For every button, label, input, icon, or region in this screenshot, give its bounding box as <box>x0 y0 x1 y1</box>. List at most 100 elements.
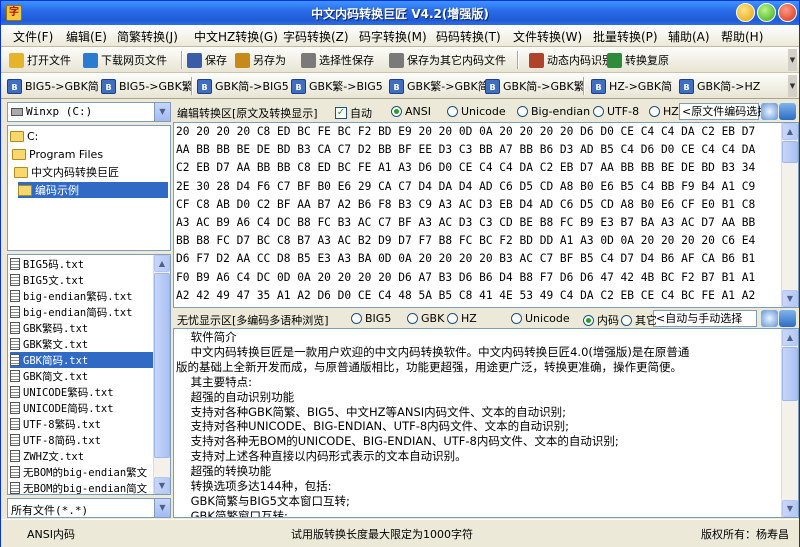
toolbar-button[interactable]: 保存 <box>187 51 227 69</box>
convert-icon: B <box>485 78 500 94</box>
toolbar-button[interactable]: 动态内码识别 <box>529 51 613 69</box>
view-tool-icon[interactable] <box>779 310 796 327</box>
scroll-thumb[interactable] <box>782 141 798 163</box>
undo-icon <box>607 52 622 68</box>
view-option-radio[interactable]: BIG5 <box>351 312 391 325</box>
convert-icon: B <box>591 78 606 94</box>
tree-item[interactable]: 编码示例 <box>18 182 168 198</box>
toolbar-button[interactable]: 下载网页文件 <box>83 51 167 69</box>
convert-button[interactable]: B GBK繁->BIG5 <box>291 77 383 95</box>
file-list-item[interactable]: big-endian繁码.txt <box>10 288 153 304</box>
convert-button[interactable]: B BIG5->GBK简 <box>7 77 99 95</box>
file-list-item[interactable]: ZWHZ文.txt <box>10 448 153 464</box>
scroll-thumb[interactable] <box>782 347 798 401</box>
convert-button[interactable]: B GBK简->HZ <box>679 77 760 95</box>
convert-button[interactable]: B BIG5->GBK繁 <box>101 77 193 95</box>
tree-item[interactable]: Program Files <box>12 146 103 162</box>
menu-item[interactable]: 简繁转换(J) <box>117 28 178 45</box>
menu-item[interactable]: 码码转换(T) <box>436 28 501 45</box>
encoding-radio[interactable]: UTF-8 <box>593 105 639 118</box>
chevron-down-icon[interactable]: ▼ <box>154 499 170 517</box>
text-viewer[interactable]: ▲ ▼ 软件简介 中文内码转换巨匠是一款用户欢迎的中文内码转换软件。中文内码转换… <box>173 328 799 518</box>
radio-icon <box>593 106 604 117</box>
folder-icon <box>18 184 32 196</box>
menu-item[interactable]: 中文HZ转换(G) <box>194 28 278 45</box>
text-line: GBK简繁与BIG5文本窗口互转; <box>176 493 350 508</box>
refresh-icon[interactable] <box>761 103 778 120</box>
convert-button[interactable]: B GBK简->BIG5 <box>197 77 289 95</box>
text-scrollbar[interactable]: ▲ ▼ <box>781 329 798 517</box>
toolbar-button[interactable]: 选择性保存 <box>301 51 374 69</box>
menu-item[interactable]: 字码转换(Z) <box>283 28 349 45</box>
menu-item[interactable]: 编辑(E) <box>66 28 107 45</box>
drive-select[interactable]: Winxp (C:) ▼ <box>7 102 171 122</box>
view-option-radio[interactable]: GBK <box>407 312 444 325</box>
hex-editor[interactable]: ▲ ▼ 20 20 20 20 C8 ED BC FE BC F2 BD E9 … <box>173 122 799 308</box>
file-list-item[interactable]: UTF-8繁码.txt <box>10 416 153 432</box>
document-icon <box>301 52 316 68</box>
toolbar-button[interactable]: 保存为其它内码文件 <box>389 51 506 69</box>
file-list-item[interactable]: 无BOM的big-endian简文 <box>10 480 153 495</box>
tree-item[interactable]: C: <box>10 128 38 144</box>
view-mode-select[interactable]: <自动与手动选择 <box>653 310 757 327</box>
refresh-icon[interactable] <box>761 310 778 327</box>
toolbar-button[interactable]: 转换复原 <box>607 51 669 69</box>
scroll-up-icon[interactable]: ▲ <box>782 329 798 346</box>
file-list-item[interactable]: UTF-8简码.txt <box>10 432 153 448</box>
view-option-radio[interactable]: HZ <box>447 312 477 325</box>
convert-button[interactable]: B GBK简->GBK繁 <box>485 77 585 95</box>
scroll-thumb[interactable] <box>154 273 170 458</box>
menu-item[interactable]: 辅助(A) <box>668 28 710 45</box>
file-list-item[interactable]: BIG5文.txt <box>10 272 153 288</box>
file-list-item[interactable]: GBK繁文.txt <box>10 336 153 352</box>
scroll-down-icon[interactable]: ▼ <box>782 500 798 517</box>
view-option-radio[interactable]: 内码 <box>583 312 619 328</box>
source-encoding-select[interactable]: <原文件编码选择 <box>679 103 768 120</box>
title-bar: 字 中文内码转换巨匠 V4.2(增强版) <box>1 1 799 25</box>
convert-icon: B <box>679 78 694 94</box>
text-file-icon <box>10 370 20 382</box>
menu-item[interactable]: 文件(F) <box>13 28 53 45</box>
toolbar-button[interactable]: 另存为 <box>235 51 286 69</box>
scroll-down-icon[interactable]: ▼ <box>154 477 170 494</box>
tree-item[interactable]: 中文内码转换巨匠 <box>14 164 119 180</box>
file-list-item[interactable]: BIG5码.txt <box>10 256 153 272</box>
file-list-item[interactable]: big-endian简码.txt <box>10 304 153 320</box>
encoding-radio[interactable]: ANSI <box>391 105 431 118</box>
file-list-item[interactable]: GBK简文.txt <box>10 368 153 384</box>
scroll-down-icon[interactable]: ▼ <box>782 290 798 307</box>
scroll-up-icon[interactable]: ▲ <box>782 123 798 140</box>
encoding-radio[interactable]: Unicode <box>447 105 506 118</box>
chevron-down-icon[interactable]: ▼ <box>154 103 170 121</box>
file-filter-select[interactable]: 所有文件(*.*) ▼ <box>7 498 171 518</box>
maximize-button[interactable] <box>757 3 776 22</box>
edit-tool-icon[interactable] <box>779 103 796 120</box>
close-button[interactable] <box>778 3 797 22</box>
view-option-radio[interactable]: 其它 <box>621 312 657 328</box>
scroll-up-icon[interactable]: ▲ <box>154 255 170 272</box>
file-list-item[interactable]: GBK简码.txt <box>10 352 153 368</box>
toolbar-separator <box>583 77 585 95</box>
toolbar-button[interactable]: 打开文件 <box>9 51 71 69</box>
convert-button[interactable]: B GBK繁->GBK简 <box>389 77 489 95</box>
toolbar-overflow-icon[interactable]: ▼ <box>788 49 797 71</box>
file-list-item[interactable]: UNICODE简码.txt <box>10 400 153 416</box>
menu-item[interactable]: 文件转换(W) <box>513 28 582 45</box>
file-list-item[interactable]: UNICODE繁码.txt <box>10 384 153 400</box>
encoding-radio[interactable]: HZ <box>649 105 679 118</box>
file-list-item[interactable]: 无BOM的big-endian繁文 <box>10 464 153 480</box>
menu-item[interactable]: 批量转换(P) <box>593 28 658 45</box>
file-list-scrollbar[interactable]: ▲ ▼ <box>153 255 170 494</box>
menu-item[interactable]: 帮助(H) <box>721 28 763 45</box>
file-list-item[interactable]: GBK繁码.txt <box>10 320 153 336</box>
toolbar-overflow-icon[interactable]: ▼ <box>788 75 797 97</box>
convert-button[interactable]: B HZ->GBK简 <box>591 77 672 95</box>
minimize-button[interactable] <box>736 3 755 22</box>
hex-scrollbar[interactable]: ▲ ▼ <box>781 123 798 307</box>
file-name: 无BOM的big-endian简文 <box>23 482 148 495</box>
auto-checkbox[interactable]: ✓ 自动 <box>335 105 372 121</box>
view-option-radio[interactable]: Unicode <box>511 312 570 325</box>
radio-icon <box>447 106 458 117</box>
menu-item[interactable]: 码字转换(M) <box>359 28 427 45</box>
encoding-radio[interactable]: Big-endian <box>517 105 590 118</box>
